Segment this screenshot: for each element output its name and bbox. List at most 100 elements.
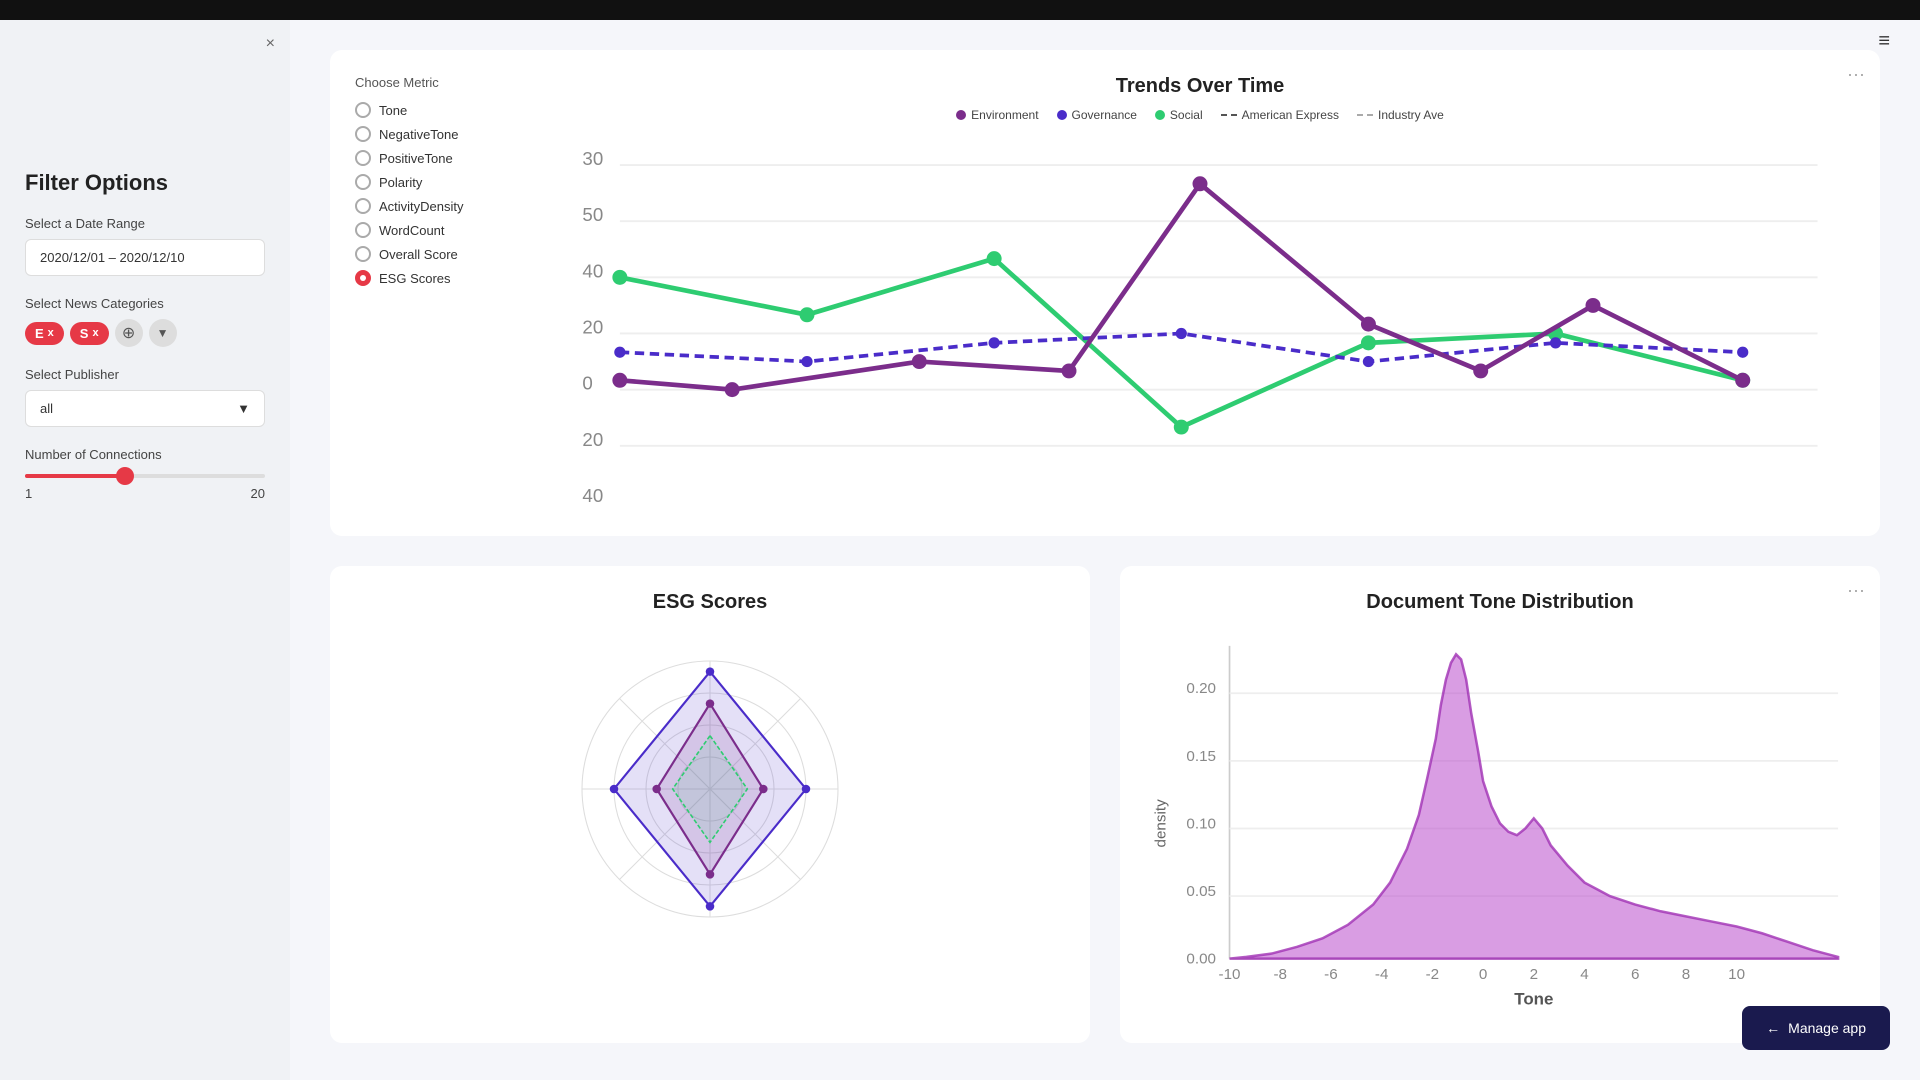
legend-social: Social <box>1155 108 1203 122</box>
metric-tone[interactable]: Tone <box>355 102 515 118</box>
connections-section: Number of Connections 1 20 <box>25 447 265 501</box>
trends-chart-title: Trends Over Time <box>545 75 1855 98</box>
svg-text:0.20: 0.20 <box>1186 681 1216 698</box>
svg-text:20: 20 <box>582 316 603 337</box>
tone-chart-title: Document Tone Distribution <box>1145 591 1855 614</box>
svg-text:50: 50 <box>582 204 603 225</box>
metric-overallscore[interactable]: Overall Score <box>355 246 515 262</box>
slider-max: 20 <box>251 486 265 501</box>
publisher-section: Select Publisher all ▼ <box>25 367 265 427</box>
svg-text:-2: -2 <box>1426 966 1440 983</box>
radio-esgscores[interactable] <box>355 270 371 286</box>
legend-amex-dash <box>1221 114 1237 116</box>
metric-esgscores[interactable]: ESG Scores <box>355 270 515 286</box>
legend-amex: American Express <box>1221 108 1339 122</box>
metric-wordcount[interactable]: WordCount <box>355 222 515 238</box>
tag-s[interactable]: S x <box>70 322 109 345</box>
connections-label: Number of Connections <box>25 447 265 462</box>
svg-text:8: 8 <box>1682 966 1690 983</box>
sidebar: × Filter Options Select a Date Range 202… <box>0 20 290 1080</box>
tone-dots-menu[interactable]: ⋯ <box>1847 581 1865 602</box>
tag-e-close[interactable]: x <box>48 327 54 339</box>
trends-chart-card: ⋯ Choose Metric Tone NegativeTone <box>330 50 1880 536</box>
svg-text:40: 40 <box>582 485 603 506</box>
radio-tone[interactable] <box>355 102 371 118</box>
tag-dropdown-button[interactable]: ▼ <box>149 319 177 347</box>
slider-container <box>25 474 265 478</box>
svg-text:4: 4 <box>1580 966 1589 983</box>
svg-text:40: 40 <box>582 260 603 281</box>
svg-text:0.00: 0.00 <box>1186 951 1216 968</box>
trends-legend: Environment Governance Social Ameri <box>545 108 1855 122</box>
tag-s-close[interactable]: x <box>92 327 98 339</box>
metric-positivetone[interactable]: PositiveTone <box>355 150 515 166</box>
metric-selector: Choose Metric Tone NegativeTone Positive… <box>355 75 515 294</box>
legend-industry: Industry Ave <box>1357 108 1444 122</box>
tag-e[interactable]: E x <box>25 322 64 345</box>
metric-overallscore-label: Overall Score <box>379 247 458 262</box>
slider-min: 1 <box>25 486 32 501</box>
legend-social-label: Social <box>1170 108 1203 122</box>
svg-text:0.10: 0.10 <box>1186 816 1216 833</box>
manage-app-button[interactable]: ← Manage app <box>1742 1006 1890 1050</box>
svg-text:10: 10 <box>1728 966 1745 983</box>
manage-app-arrow: ← <box>1766 1020 1780 1036</box>
trends-chart-main: Trends Over Time Environment Governance <box>545 75 1855 511</box>
metric-negativetone[interactable]: NegativeTone <box>355 126 515 142</box>
publisher-dropdown[interactable]: all ▼ <box>25 390 265 427</box>
svg-text:-10: -10 <box>1219 966 1241 983</box>
slider-track <box>25 474 265 478</box>
metric-polarity[interactable]: Polarity <box>355 174 515 190</box>
news-categories-label: Select News Categories <box>25 296 265 311</box>
legend-governance-dot <box>1057 110 1067 120</box>
esg-radar-svg <box>550 629 870 949</box>
svg-text:2: 2 <box>1530 966 1538 983</box>
metric-selector-title: Choose Metric <box>355 75 515 90</box>
main-layout: × Filter Options Select a Date Range 202… <box>0 20 1920 1080</box>
metric-esgscores-label: ESG Scores <box>379 271 451 286</box>
svg-text:-8: -8 <box>1273 966 1287 983</box>
legend-governance: Governance <box>1057 108 1137 122</box>
radio-negativetone[interactable] <box>355 126 371 142</box>
tags-row: E x S x ⊕ ▼ <box>25 319 265 347</box>
hamburger-menu[interactable]: ≡ <box>1878 30 1890 53</box>
date-range-value[interactable]: 2020/12/01 – 2020/12/10 <box>25 239 265 276</box>
legend-social-dot <box>1155 110 1165 120</box>
trends-svg: 30 50 40 20 0 20 40 <box>545 137 1855 511</box>
svg-text:0.15: 0.15 <box>1186 748 1216 765</box>
slider-thumb[interactable] <box>116 467 134 485</box>
esg-chart-card: ESG Scores <box>330 566 1090 1043</box>
legend-environment: Environment <box>956 108 1038 122</box>
metric-tone-label: Tone <box>379 103 407 118</box>
radio-overallscore[interactable] <box>355 246 371 262</box>
legend-industry-dash <box>1357 114 1373 116</box>
metric-activitydensity[interactable]: ActivityDensity <box>355 198 515 214</box>
publisher-label: Select Publisher <box>25 367 265 382</box>
date-range-label: Select a Date Range <box>25 216 265 231</box>
tag-e-label: E <box>35 326 44 341</box>
svg-text:0: 0 <box>1479 966 1487 983</box>
metric-positivetone-label: PositiveTone <box>379 151 453 166</box>
metric-negativetone-label: NegativeTone <box>379 127 459 142</box>
legend-industry-label: Industry Ave <box>1378 108 1444 122</box>
legend-amex-label: American Express <box>1242 108 1339 122</box>
tone-distribution-svg: 0.00 0.05 0.10 0.15 0.20 -10 -8 <box>1145 629 1855 1018</box>
dropdown-arrow-icon: ▼ <box>237 401 250 416</box>
tag-add-button[interactable]: ⊕ <box>115 319 143 347</box>
trends-dots-menu[interactable]: ⋯ <box>1847 65 1865 86</box>
radio-polarity[interactable] <box>355 174 371 190</box>
date-range-section: Select a Date Range 2020/12/01 – 2020/12… <box>25 216 265 276</box>
radio-wordcount[interactable] <box>355 222 371 238</box>
content-area: ⋯ Choose Metric Tone NegativeTone <box>290 20 1920 1080</box>
legend-governance-label: Governance <box>1072 108 1137 122</box>
svg-text:-4: -4 <box>1375 966 1389 983</box>
radio-positivetone[interactable] <box>355 150 371 166</box>
metric-polarity-label: Polarity <box>379 175 422 190</box>
metric-wordcount-label: WordCount <box>379 223 445 238</box>
legend-environment-label: Environment <box>971 108 1038 122</box>
svg-text:Tone: Tone <box>1514 990 1553 1009</box>
legend-environment-dot <box>956 110 966 120</box>
radio-activitydensity[interactable] <box>355 198 371 214</box>
close-button[interactable]: × <box>266 35 275 53</box>
svg-text:-6: -6 <box>1324 966 1338 983</box>
